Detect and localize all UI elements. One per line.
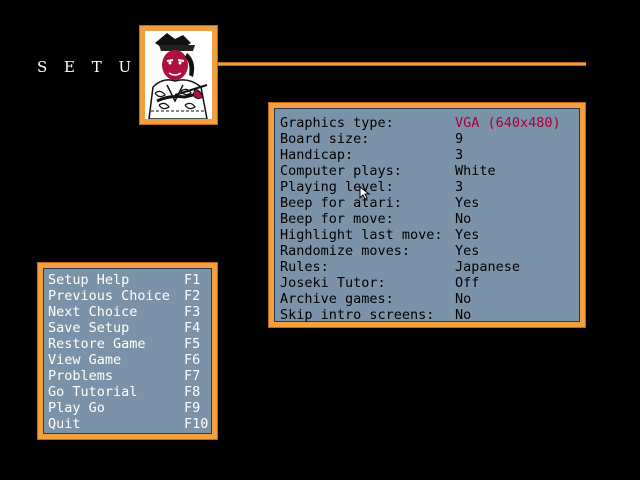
menu-item-shortcut: F8 [184, 384, 201, 400]
setting-label: Beep for move: [280, 211, 394, 227]
menu-item-label: Next Choice [48, 304, 138, 320]
setting-value: 9 [455, 131, 464, 147]
setting-value: 3 [455, 179, 464, 195]
menu-item-label: View Game [48, 352, 122, 368]
setting-value: No [455, 291, 472, 307]
menu-item-shortcut: F9 [184, 400, 201, 416]
command-menu-panel: Setup Help F1 Previous Choice F2 Next Choi… [37, 262, 218, 440]
menu-item-shortcut: F4 [184, 320, 201, 336]
menu-item-shortcut: F10 [184, 416, 209, 432]
menu-item-shortcut: F5 [184, 336, 201, 352]
menu-item-label: Restore Game [48, 336, 146, 352]
menu-item-label: Quit [48, 416, 81, 432]
menu-item-label: Save Setup [48, 320, 130, 336]
setting-value: No [455, 307, 472, 323]
settings-panel: Graphics type: VGA (640x480) Board size: 9… [268, 102, 586, 328]
samurai-portrait-icon [145, 31, 212, 119]
menu-item-shortcut: F7 [184, 368, 201, 384]
settings-list: Graphics type: VGA (640x480) Board size: 9… [274, 108, 580, 323]
setting-label: Highlight last move: [280, 227, 443, 243]
menu-item-shortcut: F2 [184, 288, 201, 304]
setting-value: No [455, 211, 472, 227]
mouse-pointer-icon [359, 185, 371, 200]
setting-label: Handicap: [280, 147, 354, 163]
setting-value: Yes [455, 227, 480, 243]
title-divider [216, 62, 586, 66]
setting-label: Beep for atari: [280, 195, 402, 211]
menu-item-label: Go Tutorial [48, 384, 138, 400]
setting-label: Joseki Tutor: [280, 275, 386, 291]
menu-item-shortcut: F6 [184, 352, 201, 368]
setting-label: Computer plays: [280, 163, 402, 179]
menu-item-label: Play Go [48, 400, 105, 416]
setting-label: Randomize moves: [280, 243, 411, 259]
menu-item-shortcut: F3 [184, 304, 201, 320]
setting-label: Playing level: [280, 179, 394, 195]
setting-value: Yes [455, 195, 480, 211]
menu-item-shortcut: F1 [184, 272, 201, 288]
setting-value: White [455, 163, 496, 179]
setting-label: Board size: [280, 131, 370, 147]
setting-value: Off [455, 275, 480, 291]
menu-item-label: Problems [48, 368, 114, 384]
setting-value: 3 [455, 147, 464, 163]
setting-value: Japanese [455, 259, 521, 275]
setting-label: Graphics type: [280, 115, 394, 131]
menu-item-label: Setup Help [48, 272, 130, 288]
setting-label: Skip intro screens: [280, 307, 435, 323]
setting-label: Archive games: [280, 291, 394, 307]
menu-item-label: Previous Choice [48, 288, 170, 304]
setting-value: Yes [455, 243, 480, 259]
setting-value: VGA (640x480) [455, 115, 561, 131]
command-menu: Setup Help F1 Previous Choice F2 Next Choi… [43, 268, 212, 434]
portrait-frame [139, 25, 218, 125]
setting-label: Rules: [280, 259, 329, 275]
